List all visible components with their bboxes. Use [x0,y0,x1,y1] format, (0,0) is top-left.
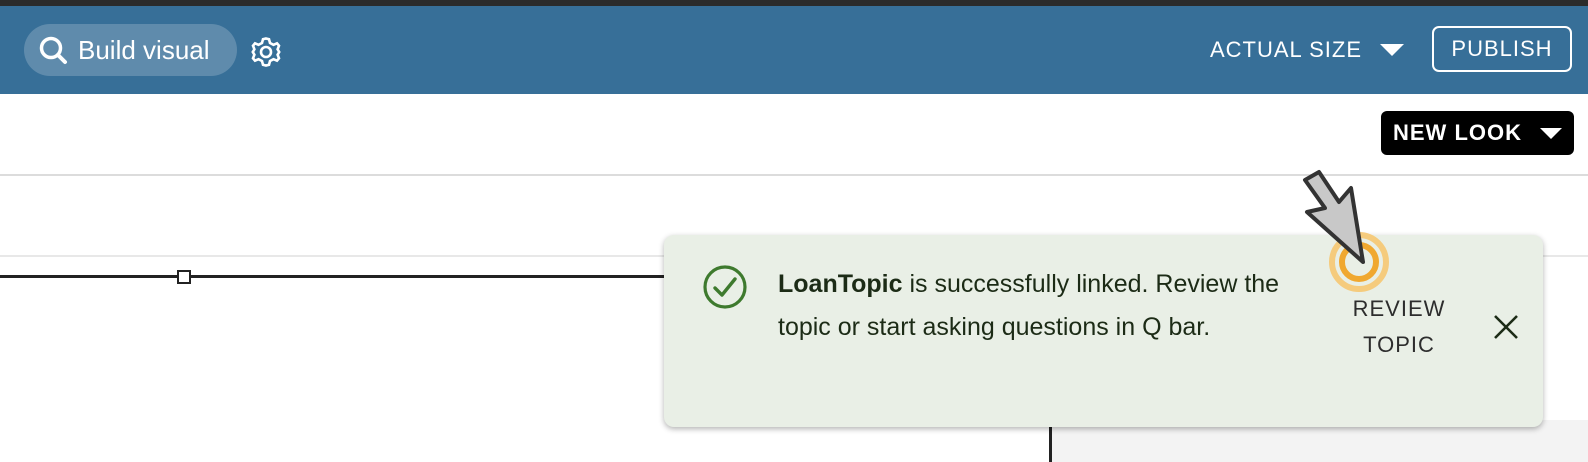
new-look-label: NEW LOOK [1393,120,1522,145]
app-toolbar: Build visual ACTUAL SIZE PUBLISH [0,6,1588,94]
pointer-cursor-icon [1297,164,1397,296]
topic-name: LoanTopic [778,270,903,298]
check-circle-icon [702,264,748,310]
build-visual-button[interactable]: Build visual [24,24,237,76]
build-visual-label: Build visual [78,34,210,65]
actual-size-label: ACTUAL SIZE [1210,37,1362,62]
chevron-down-icon [1540,128,1562,139]
notification-message: LoanTopic is successfully linked. Review… [778,263,1288,349]
actual-size-dropdown[interactable]: ACTUAL SIZE [1210,30,1404,70]
visual-border [0,275,670,278]
review-topic-button[interactable]: REVIEW TOPIC [1344,291,1454,363]
close-icon[interactable] [1492,313,1520,341]
chevron-down-icon [1380,44,1404,56]
search-icon [38,34,70,66]
resize-handle[interactable] [177,270,191,284]
new-look-dropdown[interactable]: NEW LOOK [1381,111,1574,155]
review-topic-line1: REVIEW [1352,296,1446,321]
gear-icon[interactable] [249,35,283,69]
publish-button[interactable]: PUBLISH [1432,26,1572,72]
review-topic-line2: TOPIC [1363,332,1435,357]
success-notification: LoanTopic is successfully linked. Review… [664,235,1543,427]
